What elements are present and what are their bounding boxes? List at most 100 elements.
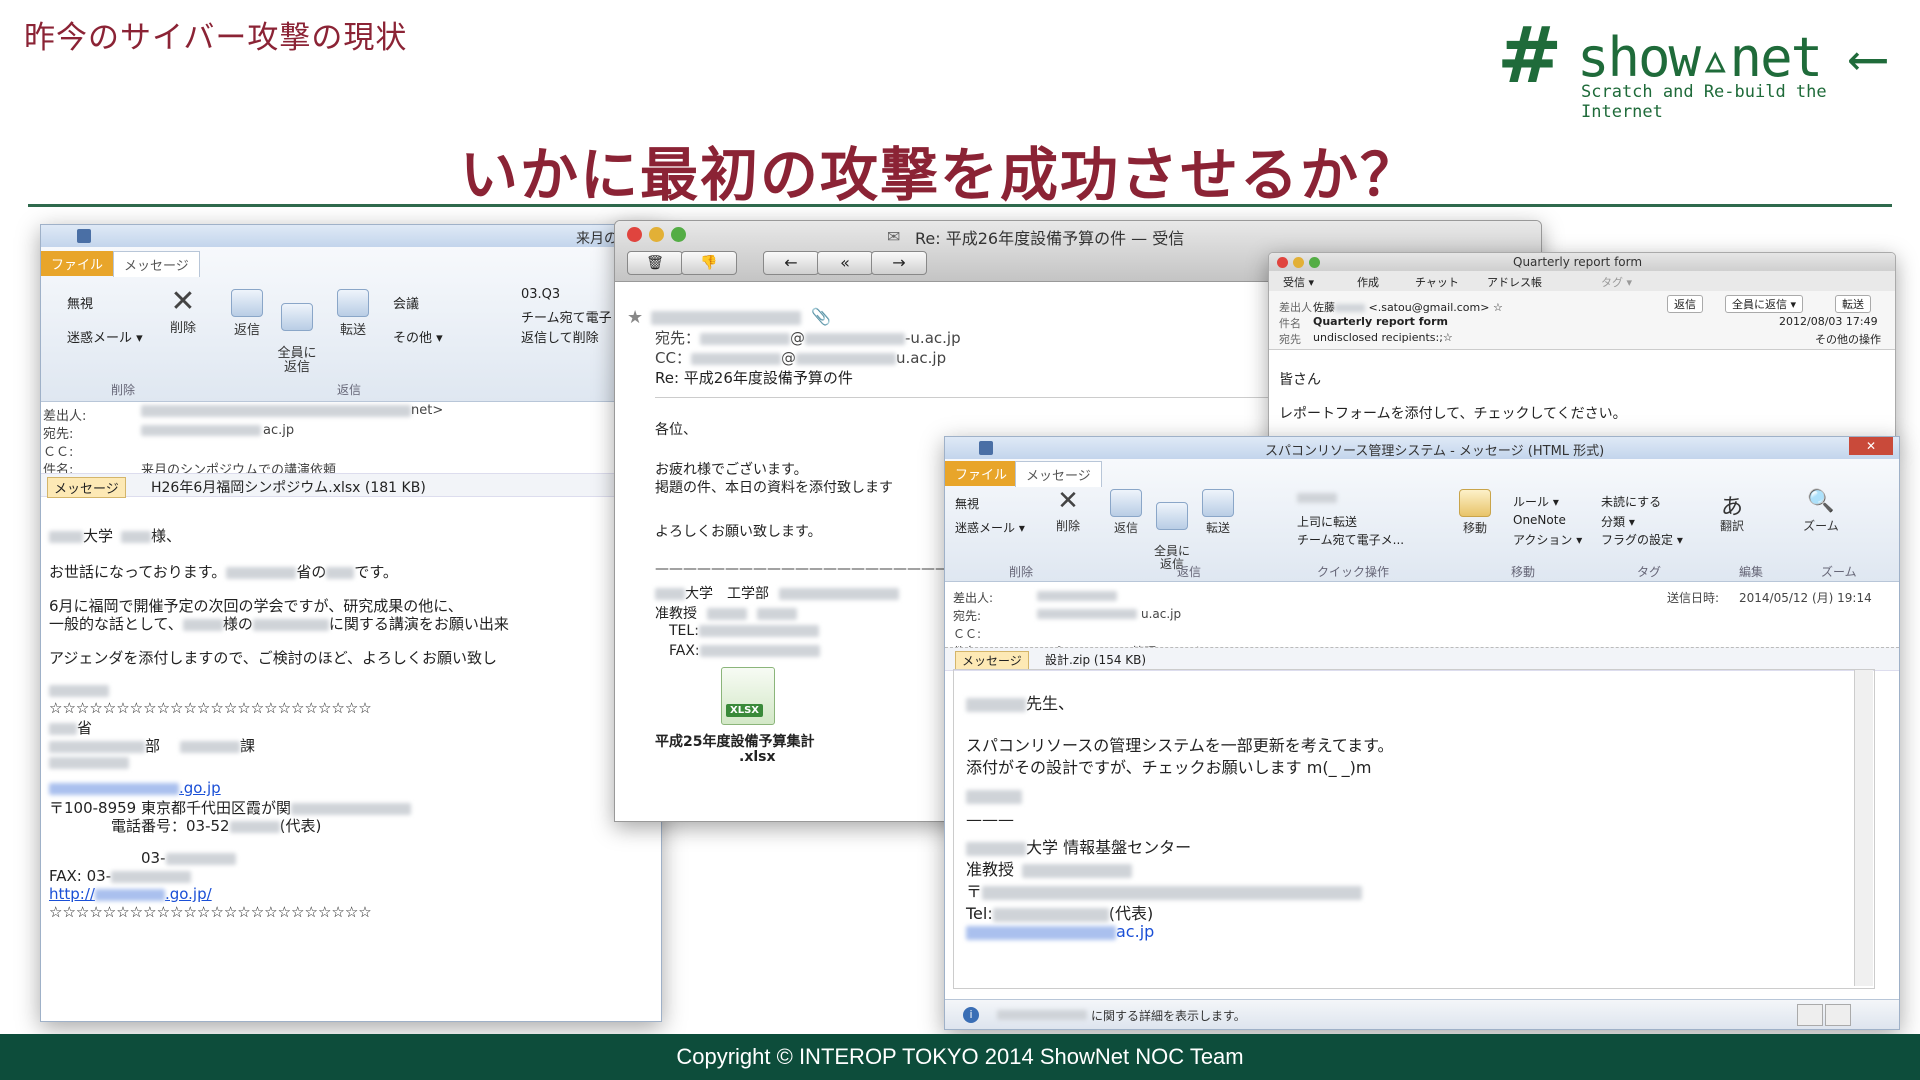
signature-rule: ———————————————————————: [655, 561, 977, 577]
meeting-button[interactable]: 会議: [393, 293, 419, 312]
minimize-button[interactable]: [649, 227, 664, 242]
tab-message[interactable]: メッセージ: [1015, 461, 1102, 487]
save-icon[interactable]: [77, 229, 91, 243]
body-line-2: スパコンリソースの管理システムを一部更新を考えてます。: [966, 736, 1394, 755]
close-button[interactable]: [1277, 257, 1288, 268]
signature-stars-bottom: ☆☆☆☆☆☆☆☆☆☆☆☆☆☆☆☆☆☆☆☆☆☆☆☆: [49, 903, 372, 921]
sent-label: 送信日時:: [1667, 591, 1720, 605]
sig-url[interactable]: http://.go.jp/: [49, 885, 212, 903]
reply-button[interactable]: 返信: [225, 289, 269, 338]
logo-text: show▵net ⟵: [1577, 26, 1884, 89]
sig-address: 〒: [966, 878, 1363, 902]
contact-avatar-2[interactable]: [1825, 1004, 1851, 1026]
actions-button[interactable]: アクション ▾: [1513, 531, 1582, 548]
from-tail: net>: [411, 403, 444, 418]
sig-line-1: 大学 情報基盤センター: [966, 834, 1191, 858]
ignore-button[interactable]: 無視: [955, 495, 979, 512]
delete-toolbar-button[interactable]: 🗑: [627, 251, 683, 275]
reply-icon: [231, 289, 263, 317]
junk-button[interactable]: 迷惑メール ▾: [67, 327, 143, 346]
rules-button[interactable]: ルール ▾: [1513, 493, 1559, 510]
zoom-button[interactable]: [1309, 257, 1320, 268]
subject-label: 件名: [1279, 317, 1301, 330]
forward-toolbar-button[interactable]: →: [871, 251, 927, 275]
logo-subtitle: Scratch and Re-build the Internet: [1581, 82, 1827, 122]
junk-button[interactable]: 迷惑メール ▾: [955, 519, 1025, 536]
sig-tel: TEL:: [669, 623, 819, 639]
save-icon[interactable]: [979, 441, 993, 455]
message-tab[interactable]: メッセージ: [955, 651, 1029, 670]
star-icon[interactable]: ★: [627, 307, 643, 328]
zoom-button[interactable]: [671, 227, 686, 242]
tab-file[interactable]: ファイル: [41, 251, 114, 276]
quick-step-3[interactable]: 返信して削除: [521, 327, 599, 346]
people-redacted: [997, 1010, 1087, 1020]
more-button[interactable]: その他 ▾: [393, 327, 443, 346]
follow-up-button[interactable]: フラグの設定 ▾: [1601, 531, 1683, 548]
sig-redacted-1: [49, 685, 109, 697]
reply-all-toolbar-button[interactable]: «: [817, 251, 873, 275]
toolbar: 受信 ▾ 作成 チャット アドレス帳 タグ ▾: [1269, 271, 1895, 292]
move-button[interactable]: 移動: [1455, 489, 1495, 536]
junk-toolbar-button[interactable]: 👎: [681, 251, 737, 275]
quick-step-2[interactable]: チーム宛て電子: [521, 307, 612, 326]
to-value: undisclosed recipients:;☆: [1313, 331, 1453, 344]
window-titlebar: 来月の: [41, 225, 661, 247]
vertical-scrollbar[interactable]: [1854, 670, 1873, 986]
tab-message[interactable]: メッセージ: [113, 251, 200, 277]
sig-email[interactable]: .go.jp: [49, 779, 221, 797]
xlsx-file-icon[interactable]: XLSX: [721, 667, 775, 725]
outlook-window-left: 来月の ファイル メッセージ 無視 迷惑メール ▾ ✕ 削除 返信 全員に 返信…: [40, 224, 662, 1022]
cc-row: CC： @ u.ac.jp: [655, 349, 947, 367]
minimize-button[interactable]: [1293, 257, 1304, 268]
categorize-button[interactable]: 分類 ▾: [1601, 513, 1635, 530]
delete-button[interactable]: ✕ 削除: [161, 287, 205, 337]
xlsx-attachment[interactable]: H26年6月福岡シンポジウム.xlsx (181 KB): [151, 477, 426, 497]
subject-value: Quarterly report form: [1313, 315, 1449, 328]
delete-button[interactable]: ✕ 削除: [1049, 486, 1087, 534]
mark-unread-button[interactable]: 未読にする: [1601, 493, 1661, 510]
shownet-logo: # show▵net ⟵ Scratch and Re-build the In…: [1495, 10, 1895, 122]
write-button[interactable]: 作成: [1357, 274, 1379, 290]
zip-attachment[interactable]: 設計.zip (154 KB): [1045, 651, 1146, 668]
reply-all-button[interactable]: 全員に返信 ▾: [1725, 295, 1804, 313]
from-label: 差出人:: [43, 409, 87, 424]
attachment-name-2: .xlsx: [739, 749, 776, 765]
reply-button[interactable]: 返信: [1107, 489, 1145, 536]
ignore-button[interactable]: 無視: [67, 293, 93, 312]
from-value-redacted: [141, 405, 411, 417]
chat-button[interactable]: チャット: [1415, 274, 1459, 290]
delete-x-icon: ✕: [1057, 486, 1079, 516]
subject-line: Re: 平成26年度設備予算の件: [655, 369, 853, 387]
thunderbird-window: Quarterly report form 受信 ▾ 作成 チャット アドレス帳…: [1268, 252, 1896, 444]
group-tag-label: タグ: [1637, 565, 1662, 579]
cc-label: ＣＣ:: [43, 445, 74, 460]
onenote-button[interactable]: OneNote: [1513, 513, 1566, 527]
close-button[interactable]: ✕: [1849, 437, 1893, 455]
to-row: 宛先： @ -u.ac.jp: [655, 329, 961, 347]
reply-all-button[interactable]: 全員に 返信: [1151, 489, 1193, 571]
quick-step-forward-boss[interactable]: 上司に転送: [1297, 513, 1357, 530]
quick-step-team-email[interactable]: チーム宛て電子メ...: [1297, 531, 1404, 548]
sent-value: 2014/05/12 (月) 19:14: [1739, 591, 1872, 605]
other-actions-button[interactable]: その他の操作: [1815, 331, 1881, 347]
reply-button[interactable]: 返信: [1667, 295, 1703, 313]
translate-label: 翻訳: [1719, 519, 1744, 533]
reply-all-button[interactable]: 全員に 返信: [275, 289, 319, 375]
forward-button[interactable]: 転送: [1199, 489, 1237, 536]
quick-step-1[interactable]: 03.Q3: [521, 287, 560, 302]
translate-button[interactable]: あ 翻訳: [1715, 489, 1749, 534]
tab-file[interactable]: ファイル: [945, 461, 1018, 486]
sig-line-1: 大学 工学部: [655, 583, 899, 603]
group-reply-label: 返信: [337, 383, 362, 397]
forward-button[interactable]: 転送: [1835, 295, 1871, 313]
close-button[interactable]: [627, 227, 642, 242]
reply-toolbar-button[interactable]: ←: [763, 251, 819, 275]
get-mail-button[interactable]: 受信 ▾: [1283, 274, 1314, 290]
address-book-button[interactable]: アドレス帳: [1487, 274, 1542, 290]
forward-button[interactable]: 転送: [331, 289, 375, 338]
contact-avatar-1[interactable]: [1797, 1004, 1823, 1026]
zoom-button[interactable]: 🔍 ズーム: [1801, 489, 1841, 534]
tag-button[interactable]: タグ ▾: [1601, 274, 1632, 290]
sig-email[interactable]: ac.jp: [966, 922, 1154, 941]
